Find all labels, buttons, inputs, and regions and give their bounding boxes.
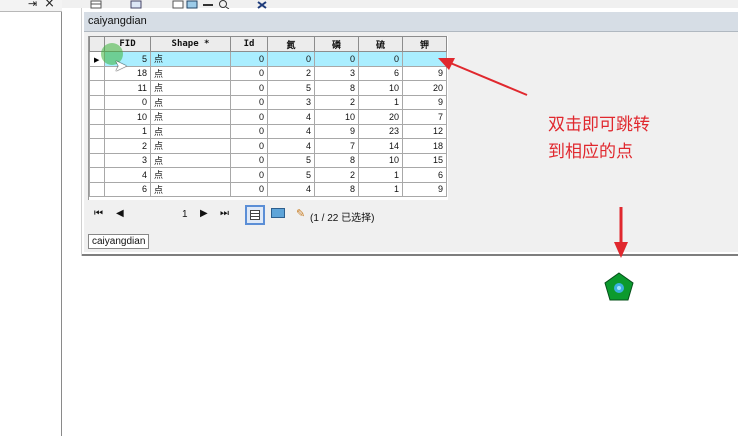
annotation-line-1: 双击即可跳转: [548, 115, 650, 135]
arrow-to-point: [614, 207, 628, 258]
pentagon-point-icon[interactable]: [604, 272, 634, 302]
annotation-line-2: 到相应的点: [548, 142, 633, 162]
annotation-arrows: [438, 58, 628, 258]
annotation-text: 双击即可跳转 到相应的点: [548, 112, 650, 166]
app-root: ⇥ × caiyangdian FID Shape * Id 氮 磷 硫 钾 ▶…: [0, 0, 738, 436]
arrow-to-row: [438, 58, 528, 96]
